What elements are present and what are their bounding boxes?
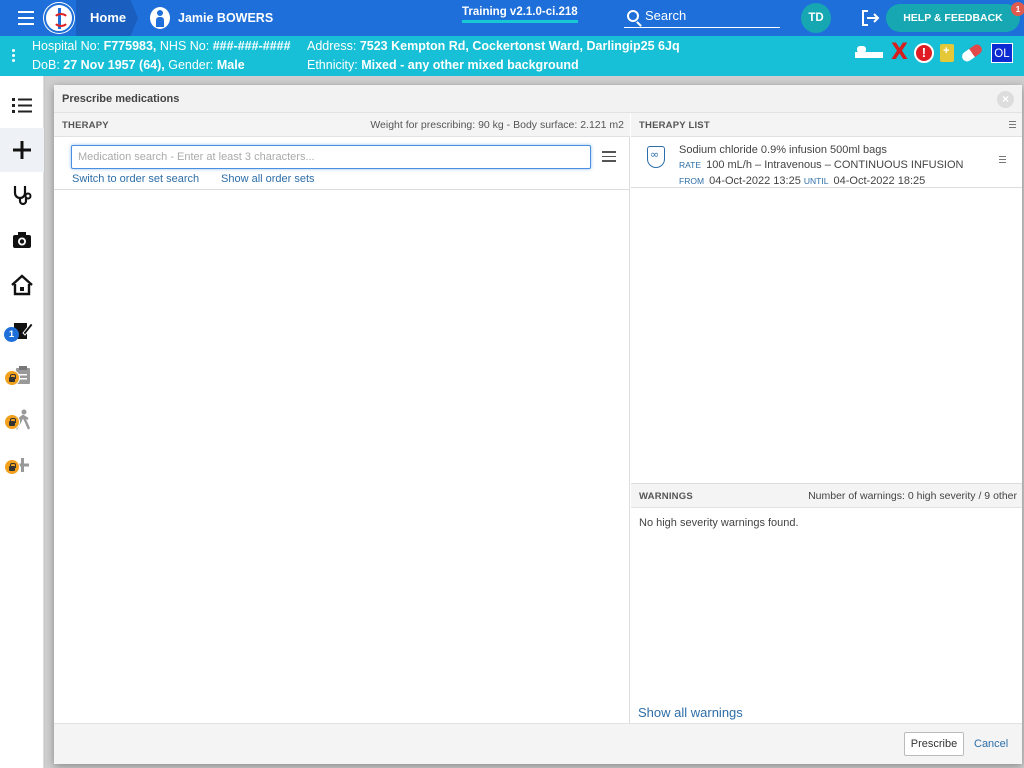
ethnicity-value: Mixed - any other mixed background: [361, 58, 579, 72]
modal-footer: Prescribe Cancel: [54, 723, 1022, 764]
medication-search-area: Switch to order set search Show all orde…: [54, 137, 630, 190]
therapy-list-item[interactable]: Sodium chloride 0.9% infusion 500ml bags…: [631, 137, 1022, 188]
cancel-button[interactable]: Cancel: [974, 738, 1008, 750]
stethoscope-icon: [13, 186, 32, 206]
gender-label: Gender:: [168, 58, 214, 72]
modal-title: Prescribe medications: [62, 93, 180, 105]
help-feedback-button[interactable]: HELP & FEEDBACK: [886, 4, 1020, 32]
nav-item-home[interactable]: [0, 263, 44, 307]
home-icon: [11, 274, 33, 296]
camera-icon: [13, 232, 31, 248]
therapy-item-menu-icon[interactable]: [999, 156, 1006, 165]
ol-badge[interactable]: OL: [990, 43, 1013, 63]
resus-alert-icon[interactable]: X: [891, 42, 908, 64]
list-menu-icon[interactable]: [602, 151, 616, 162]
bed-icon[interactable]: [855, 44, 883, 62]
app-logo[interactable]: [44, 3, 74, 33]
left-nav: 1: [0, 76, 44, 768]
therapy-list-menu-icon[interactable]: [1009, 121, 1016, 130]
therapy-from: 04-Oct-2022 13:25: [709, 175, 801, 187]
medical-bag-icon[interactable]: [939, 44, 954, 62]
warning-alert-icon[interactable]: !: [913, 43, 934, 63]
add-icon: [13, 141, 31, 159]
ethnicity-label: Ethnicity:: [307, 58, 358, 72]
patient-breadcrumb[interactable]: Jamie BOWERS: [150, 7, 273, 29]
address-line: Address: 7523 Kempton Rd, Cockertonst Wa…: [307, 39, 680, 53]
gender-value: Male: [216, 58, 245, 72]
address-label: Address:: [307, 39, 357, 53]
notes-count-badge: 1: [4, 327, 19, 342]
address-value: 7523 Kempton Rd, Cockertonst Ward, Darli…: [359, 39, 680, 53]
nav-item-camera[interactable]: [0, 218, 44, 262]
therapy-name: Sodium chloride 0.9% infusion 500ml bags: [679, 144, 887, 156]
nhs-label: NHS No:: [159, 39, 210, 53]
pill-icon[interactable]: [960, 42, 984, 64]
ethnicity-line: Ethnicity: Mixed - any other mixed backg…: [307, 58, 579, 72]
search-label: Search: [645, 8, 687, 23]
lock-icon: [4, 414, 20, 430]
nav-item-clinical[interactable]: [0, 173, 44, 217]
nav-item-activity[interactable]: [0, 398, 44, 442]
home-breadcrumb[interactable]: Home: [76, 0, 138, 36]
nhs-number: ###-###-####: [212, 39, 291, 53]
medication-search-input[interactable]: [71, 145, 591, 169]
therapy-rate: 100 mL/h – Intravenous – CONTINUOUS INFU…: [706, 159, 964, 171]
warnings-count: Number of warnings: 0 high severity / 9 …: [808, 490, 1017, 502]
therapy-until: 04-Oct-2022 18:25: [833, 175, 926, 187]
patient-name: Jamie BOWERS: [178, 11, 274, 25]
global-search[interactable]: Search: [624, 4, 780, 28]
show-all-order-sets-link[interactable]: Show all order sets: [221, 173, 315, 185]
user-avatar[interactable]: TD: [801, 3, 831, 33]
warnings-label: WARNINGS: [639, 491, 693, 502]
logout-icon[interactable]: [860, 9, 880, 27]
therapy-dates-line: FROM 04-Oct-2022 13:25 UNTIL 04-Oct-2022…: [679, 175, 925, 187]
show-all-warnings-link[interactable]: Show all warnings: [638, 705, 743, 720]
prescribe-button[interactable]: Prescribe: [904, 732, 964, 756]
patient-banner: Hospital No: F775983, NHS No: ###-###-##…: [0, 36, 1024, 76]
therapy-list-label: THERAPY LIST: [639, 120, 710, 131]
nav-item-more[interactable]: [0, 443, 44, 487]
infusion-icon: [647, 146, 665, 168]
warnings-section: WARNINGS Number of warnings: 0 high seve…: [631, 483, 1022, 723]
until-keyword: UNTIL: [803, 176, 829, 186]
from-keyword: FROM: [679, 176, 705, 186]
nav-item-clipboard[interactable]: [0, 353, 44, 397]
menu-icon[interactable]: [18, 11, 34, 25]
therapy-list-pane: THERAPY LIST Sodium chloride 0.9% infusi…: [631, 113, 1022, 723]
rate-keyword: RATE: [679, 160, 702, 170]
patient-alerts: X ! OL: [855, 42, 1013, 64]
lock-icon: [4, 370, 20, 386]
dob-gender-line: DoB: 27 Nov 1957 (64), Gender: Male: [32, 58, 245, 72]
hospital-number: F775983,: [103, 39, 157, 53]
hospital-nhs-line: Hospital No: F775983, NHS No: ###-###-##…: [32, 39, 291, 53]
nav-item-list[interactable]: [0, 83, 44, 127]
prescribe-modal: Prescribe medications × THERAPY Weight f…: [54, 85, 1022, 764]
help-notification-badge: 1: [1011, 2, 1024, 16]
modal-header: Prescribe medications ×: [54, 85, 1022, 113]
therapy-rate-line: RATE 100 mL/h – Intravenous – CONTINUOUS…: [679, 159, 963, 171]
lock-icon: [4, 459, 20, 475]
person-icon: [150, 7, 170, 29]
list-icon: [12, 98, 32, 113]
therapy-list-header: THERAPY LIST: [631, 113, 1022, 137]
hospital-label: Hospital No:: [32, 39, 101, 53]
environment-label: Training v2.1.0-ci.218: [462, 6, 578, 23]
search-icon: [627, 9, 639, 22]
close-icon[interactable]: ×: [997, 91, 1014, 108]
warnings-header: WARNINGS Number of warnings: 0 high seve…: [631, 484, 1022, 508]
therapy-header: THERAPY Weight for prescribing: 90 kg - …: [54, 113, 630, 137]
warnings-text: No high severity warnings found.: [639, 517, 799, 529]
dob-value: 27 Nov 1957 (64),: [63, 58, 165, 72]
therapy-pane: THERAPY Weight for prescribing: 90 kg - …: [54, 113, 630, 723]
switch-order-set-link[interactable]: Switch to order set search: [72, 173, 199, 185]
weight-info: Weight for prescribing: 90 kg - Body sur…: [370, 119, 624, 131]
top-bar: Home Jamie BOWERS Training v2.1.0-ci.218…: [0, 0, 1024, 36]
more-options-icon[interactable]: [12, 49, 16, 64]
nav-item-add[interactable]: [0, 128, 44, 172]
dob-label: DoB:: [32, 58, 60, 72]
nav-item-notes[interactable]: 1: [0, 308, 44, 352]
therapy-header-label: THERAPY: [62, 120, 109, 131]
